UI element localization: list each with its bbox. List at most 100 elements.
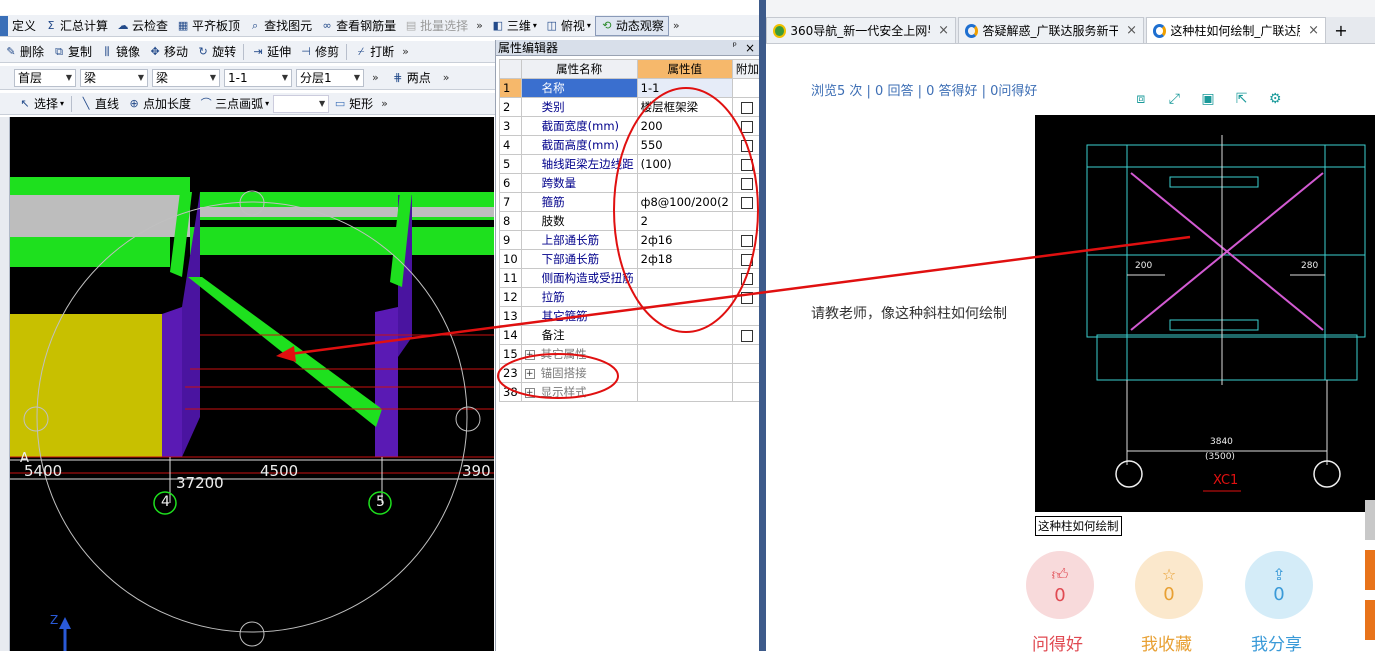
table-row[interactable]: 10 下部通长筋 2ф18	[499, 249, 763, 269]
expand-plus-icon[interactable]: +	[524, 349, 535, 360]
layer-select[interactable]: 分层1 ▼	[296, 68, 364, 87]
view-top-dropdown[interactable]: ◫ 俯视 ▾	[541, 16, 595, 36]
extra-checkbox[interactable]	[741, 101, 754, 114]
property-value[interactable]: 1-1	[636, 78, 733, 98]
rotate-button[interactable]: ↻ 旋转	[192, 42, 240, 62]
rectangle-button[interactable]: ▭ 矩形	[329, 94, 377, 114]
table-row[interactable]: 13 其它箍筋	[499, 306, 763, 326]
batch-select-button[interactable]: ▤ 批量选择	[400, 16, 472, 36]
overflow-chevron-icon-3[interactable]: »	[402, 45, 409, 58]
tab-current[interactable]: 这种柱如何绘制_广联达服 ×	[1146, 17, 1326, 43]
expand-plus-icon[interactable]: +	[524, 368, 535, 379]
table-row[interactable]: 12 拉筋	[499, 287, 763, 307]
right-edge-orange-2[interactable]	[1365, 600, 1375, 640]
extra-checkbox[interactable]	[741, 120, 754, 133]
table-row[interactable]: 14 备注	[499, 325, 763, 345]
category-select[interactable]: 梁 ▼	[80, 68, 148, 87]
extra-checkbox[interactable]	[741, 272, 754, 285]
extra-checkbox[interactable]	[741, 329, 754, 342]
overflow-chevron-icon[interactable]: »	[476, 19, 483, 32]
cad-drawing-image[interactable]: 200 280 3840 (3500) XC1	[1035, 115, 1375, 512]
table-row[interactable]: 23 + 锚固搭接	[499, 363, 763, 383]
extra-checkbox[interactable]	[741, 234, 754, 247]
property-value[interactable]	[636, 173, 733, 193]
fullscreen-icon[interactable]: ⤢	[1160, 86, 1189, 112]
property-value[interactable]	[636, 306, 733, 326]
table-row[interactable]: 4 截面高度(mm) 550	[499, 135, 763, 155]
table-row[interactable]: 1 名称 1-1	[499, 78, 763, 98]
table-row[interactable]: 38 + 显示样式	[499, 382, 763, 402]
sum-calc-button[interactable]: Σ 汇总计算	[40, 16, 112, 36]
break-button[interactable]: ⌿ 打断	[350, 42, 398, 62]
table-row[interactable]: 8 肢数 2	[499, 211, 763, 231]
mirror-button[interactable]: ⫼ 镜像	[96, 42, 144, 62]
delete-button[interactable]: ✎ 删除	[0, 42, 48, 62]
property-value[interactable]	[636, 382, 733, 402]
table-row[interactable]: 6 跨数量	[499, 173, 763, 193]
dynamic-observe-button[interactable]: ⟲ 动态观察	[594, 15, 669, 36]
extra-checkbox[interactable]	[741, 139, 754, 152]
table-row[interactable]: 3 截面宽度(mm) 200	[499, 116, 763, 136]
close-tab-icon[interactable]: ×	[1308, 23, 1319, 38]
property-value[interactable]: 550	[636, 135, 733, 155]
type-select[interactable]: 梁 ▼	[152, 68, 220, 87]
draw-mode-select[interactable]: ▼	[273, 94, 330, 113]
table-row[interactable]: 5 轴线距梁左边线距 (100)	[499, 154, 763, 174]
close-tab-icon[interactable]: ×	[938, 23, 949, 38]
close-icon[interactable]: ×	[745, 41, 755, 55]
trim-button[interactable]: ⊣ 修剪	[295, 42, 343, 62]
property-value[interactable]	[636, 268, 733, 288]
table-row[interactable]: 11 侧面构造或受扭筋	[499, 268, 763, 288]
property-value[interactable]	[636, 344, 733, 364]
favorite-label[interactable]: 我收藏	[1141, 630, 1192, 655]
move-button[interactable]: ✥ 移动	[144, 42, 192, 62]
table-row[interactable]: 2 类别 楼层框架梁	[499, 97, 763, 117]
property-value[interactable]: 2	[636, 211, 733, 231]
line-button[interactable]: ╲ 直线	[75, 94, 123, 114]
pin-icon[interactable]: ᵖ	[733, 41, 737, 55]
settings-icon[interactable]: ⚙	[1261, 86, 1289, 112]
point-extend-button[interactable]: ⊕ 点加长度	[123, 94, 195, 114]
copy-button[interactable]: ⧉ 复制	[48, 42, 96, 62]
property-value[interactable]: 2ф18	[636, 249, 733, 269]
table-row[interactable]: 7 箍筋 ф8@100/200(2	[499, 192, 763, 212]
overflow-chevron-icon-2[interactable]: »	[673, 19, 680, 32]
save-icon[interactable]: ▣	[1194, 86, 1222, 112]
extend-button[interactable]: ⇥ 延伸	[247, 42, 295, 62]
cloud-check-button[interactable]: ☁ 云检查	[112, 16, 172, 36]
extra-checkbox[interactable]	[741, 291, 754, 304]
flush-slab-top-button[interactable]: ▦ 平齐板顶	[172, 16, 244, 36]
share-label[interactable]: 我分享	[1251, 630, 1302, 655]
table-row[interactable]: 15 + 其它属性	[499, 344, 763, 364]
define-button[interactable]: 定义	[8, 16, 40, 36]
name-select[interactable]: 1-1 ▼	[224, 68, 292, 87]
property-value[interactable]: ф8@100/200(2	[636, 192, 733, 212]
property-value[interactable]	[636, 287, 733, 307]
property-value[interactable]: 2ф16	[636, 230, 733, 250]
table-row[interactable]: 9 上部通长筋 2ф16	[499, 230, 763, 250]
open-external-icon[interactable]: ⇱	[1227, 86, 1256, 112]
extra-checkbox[interactable]	[741, 177, 754, 190]
extra-checkbox[interactable]	[741, 196, 754, 209]
ask-good-label[interactable]: 问得好	[1032, 630, 1083, 655]
overflow-chevron-icon-4[interactable]: »	[372, 71, 379, 84]
favorite-button[interactable]: ☆ 0	[1135, 551, 1203, 619]
three-point-arc-button[interactable]: ⌒ 三点画弧 ▾	[195, 94, 273, 114]
select-button[interactable]: ↖ 选择 ▾	[14, 94, 68, 114]
3d-viewport[interactable]: A 5400 37200 4500 390 4 5 Z	[10, 117, 494, 651]
tab-qa[interactable]: 答疑解惑_广联达服务新干 ×	[958, 17, 1144, 43]
close-tab-icon[interactable]: ×	[1126, 23, 1137, 38]
tab-360[interactable]: 360导航_新一代安全上网导 ×	[766, 17, 956, 43]
share-button[interactable]: ⇪ 0	[1245, 551, 1313, 619]
right-edge-orange[interactable]	[1365, 550, 1375, 590]
extra-checkbox[interactable]	[741, 158, 754, 171]
property-value[interactable]	[636, 325, 733, 345]
new-tab-button[interactable]: +	[1328, 17, 1354, 43]
property-value[interactable]: (100)	[636, 154, 733, 174]
property-value[interactable]: 200	[636, 116, 733, 136]
property-value[interactable]: 楼层框架梁	[636, 97, 733, 117]
expand-plus-icon[interactable]: +	[524, 387, 535, 398]
two-points-button[interactable]: ⋕ 两点	[387, 68, 435, 88]
find-element-button[interactable]: ⌕ 查找图元	[244, 16, 316, 36]
floor-select[interactable]: 首层 ▼	[14, 68, 76, 87]
